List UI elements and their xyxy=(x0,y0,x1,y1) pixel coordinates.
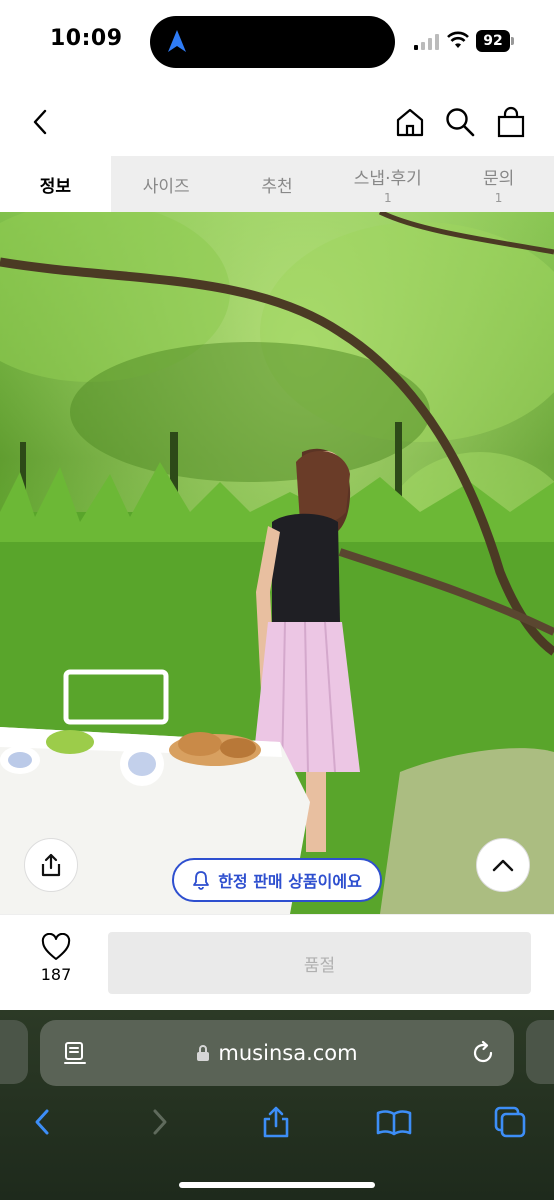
tab-recommend[interactable]: 추천 xyxy=(222,156,333,212)
tab-label: 문의 xyxy=(482,168,515,189)
tab-snap-review[interactable]: 스냅·후기 1 xyxy=(332,156,443,212)
back-button[interactable] xyxy=(22,104,58,140)
product-photo[interactable]: 한정 판매 상품이에요 xyxy=(0,212,554,914)
share-button[interactable] xyxy=(24,838,78,892)
browser-chrome: musinsa.com xyxy=(0,1010,554,1200)
battery-indicator: 92 xyxy=(476,30,516,52)
cell-signal-icon xyxy=(414,34,439,50)
reload-icon[interactable] xyxy=(470,1040,496,1066)
product-tabs: 정보 사이즈 추천 스냅·후기 1 문의 1 xyxy=(0,156,554,212)
bell-icon xyxy=(193,871,210,890)
battery-level: 92 xyxy=(476,30,510,52)
limited-sale-text: 한정 판매 상품이에요 xyxy=(218,872,362,891)
lock-icon xyxy=(197,1045,210,1061)
like-count: 187 xyxy=(40,965,72,984)
browser-share-button[interactable] xyxy=(256,1102,296,1142)
bookmarks-icon xyxy=(376,1110,412,1136)
tab-count: 1 xyxy=(494,190,503,205)
back-icon xyxy=(35,1109,49,1135)
search-icon xyxy=(446,108,475,137)
tab-label: 정보 xyxy=(39,176,72,197)
app-header xyxy=(0,90,554,156)
cart-button[interactable] xyxy=(493,104,529,140)
share-icon xyxy=(263,1106,289,1138)
url-text: musinsa.com xyxy=(218,1041,358,1065)
chevron-up-icon xyxy=(492,859,514,872)
home-icon xyxy=(396,108,424,137)
location-arrow-icon xyxy=(168,30,186,52)
heart-icon xyxy=(41,933,71,960)
bag-icon xyxy=(497,106,525,138)
tab-size[interactable]: 사이즈 xyxy=(111,156,222,212)
address-bar[interactable]: musinsa.com xyxy=(40,1020,514,1086)
search-button[interactable] xyxy=(442,104,478,140)
back-icon xyxy=(33,109,47,135)
soldout-button[interactable]: 품절 xyxy=(108,932,531,994)
bookmarks-button[interactable] xyxy=(374,1102,414,1142)
browser-back-button[interactable] xyxy=(22,1102,62,1142)
home-indicator xyxy=(179,1182,375,1188)
purchase-bar: 187 품절 xyxy=(0,914,554,1010)
limited-sale-badge: 한정 판매 상품이에요 xyxy=(172,858,382,902)
next-tab-peek[interactable] xyxy=(526,1020,554,1084)
tab-info[interactable]: 정보 xyxy=(0,156,111,212)
tab-count: 1 xyxy=(383,190,392,205)
status-bar: 10:09 92 xyxy=(0,0,554,90)
home-button[interactable] xyxy=(392,104,428,140)
share-icon xyxy=(41,853,61,877)
tab-inquiry[interactable]: 문의 1 xyxy=(443,156,554,212)
browser-forward-button[interactable] xyxy=(140,1102,180,1142)
tab-label: 사이즈 xyxy=(142,176,190,197)
tab-label: 스냅·후기 xyxy=(353,168,422,189)
forward-icon xyxy=(153,1109,167,1135)
wifi-icon xyxy=(447,31,469,48)
tabs-icon xyxy=(494,1106,526,1138)
tabs-button[interactable] xyxy=(490,1102,530,1142)
product-image xyxy=(0,212,554,914)
previous-tab-peek[interactable] xyxy=(0,1020,28,1084)
tab-label: 추천 xyxy=(261,176,293,197)
scroll-top-button[interactable] xyxy=(476,838,530,892)
like-button[interactable]: 187 xyxy=(26,933,86,993)
status-time: 10:09 xyxy=(50,26,123,51)
